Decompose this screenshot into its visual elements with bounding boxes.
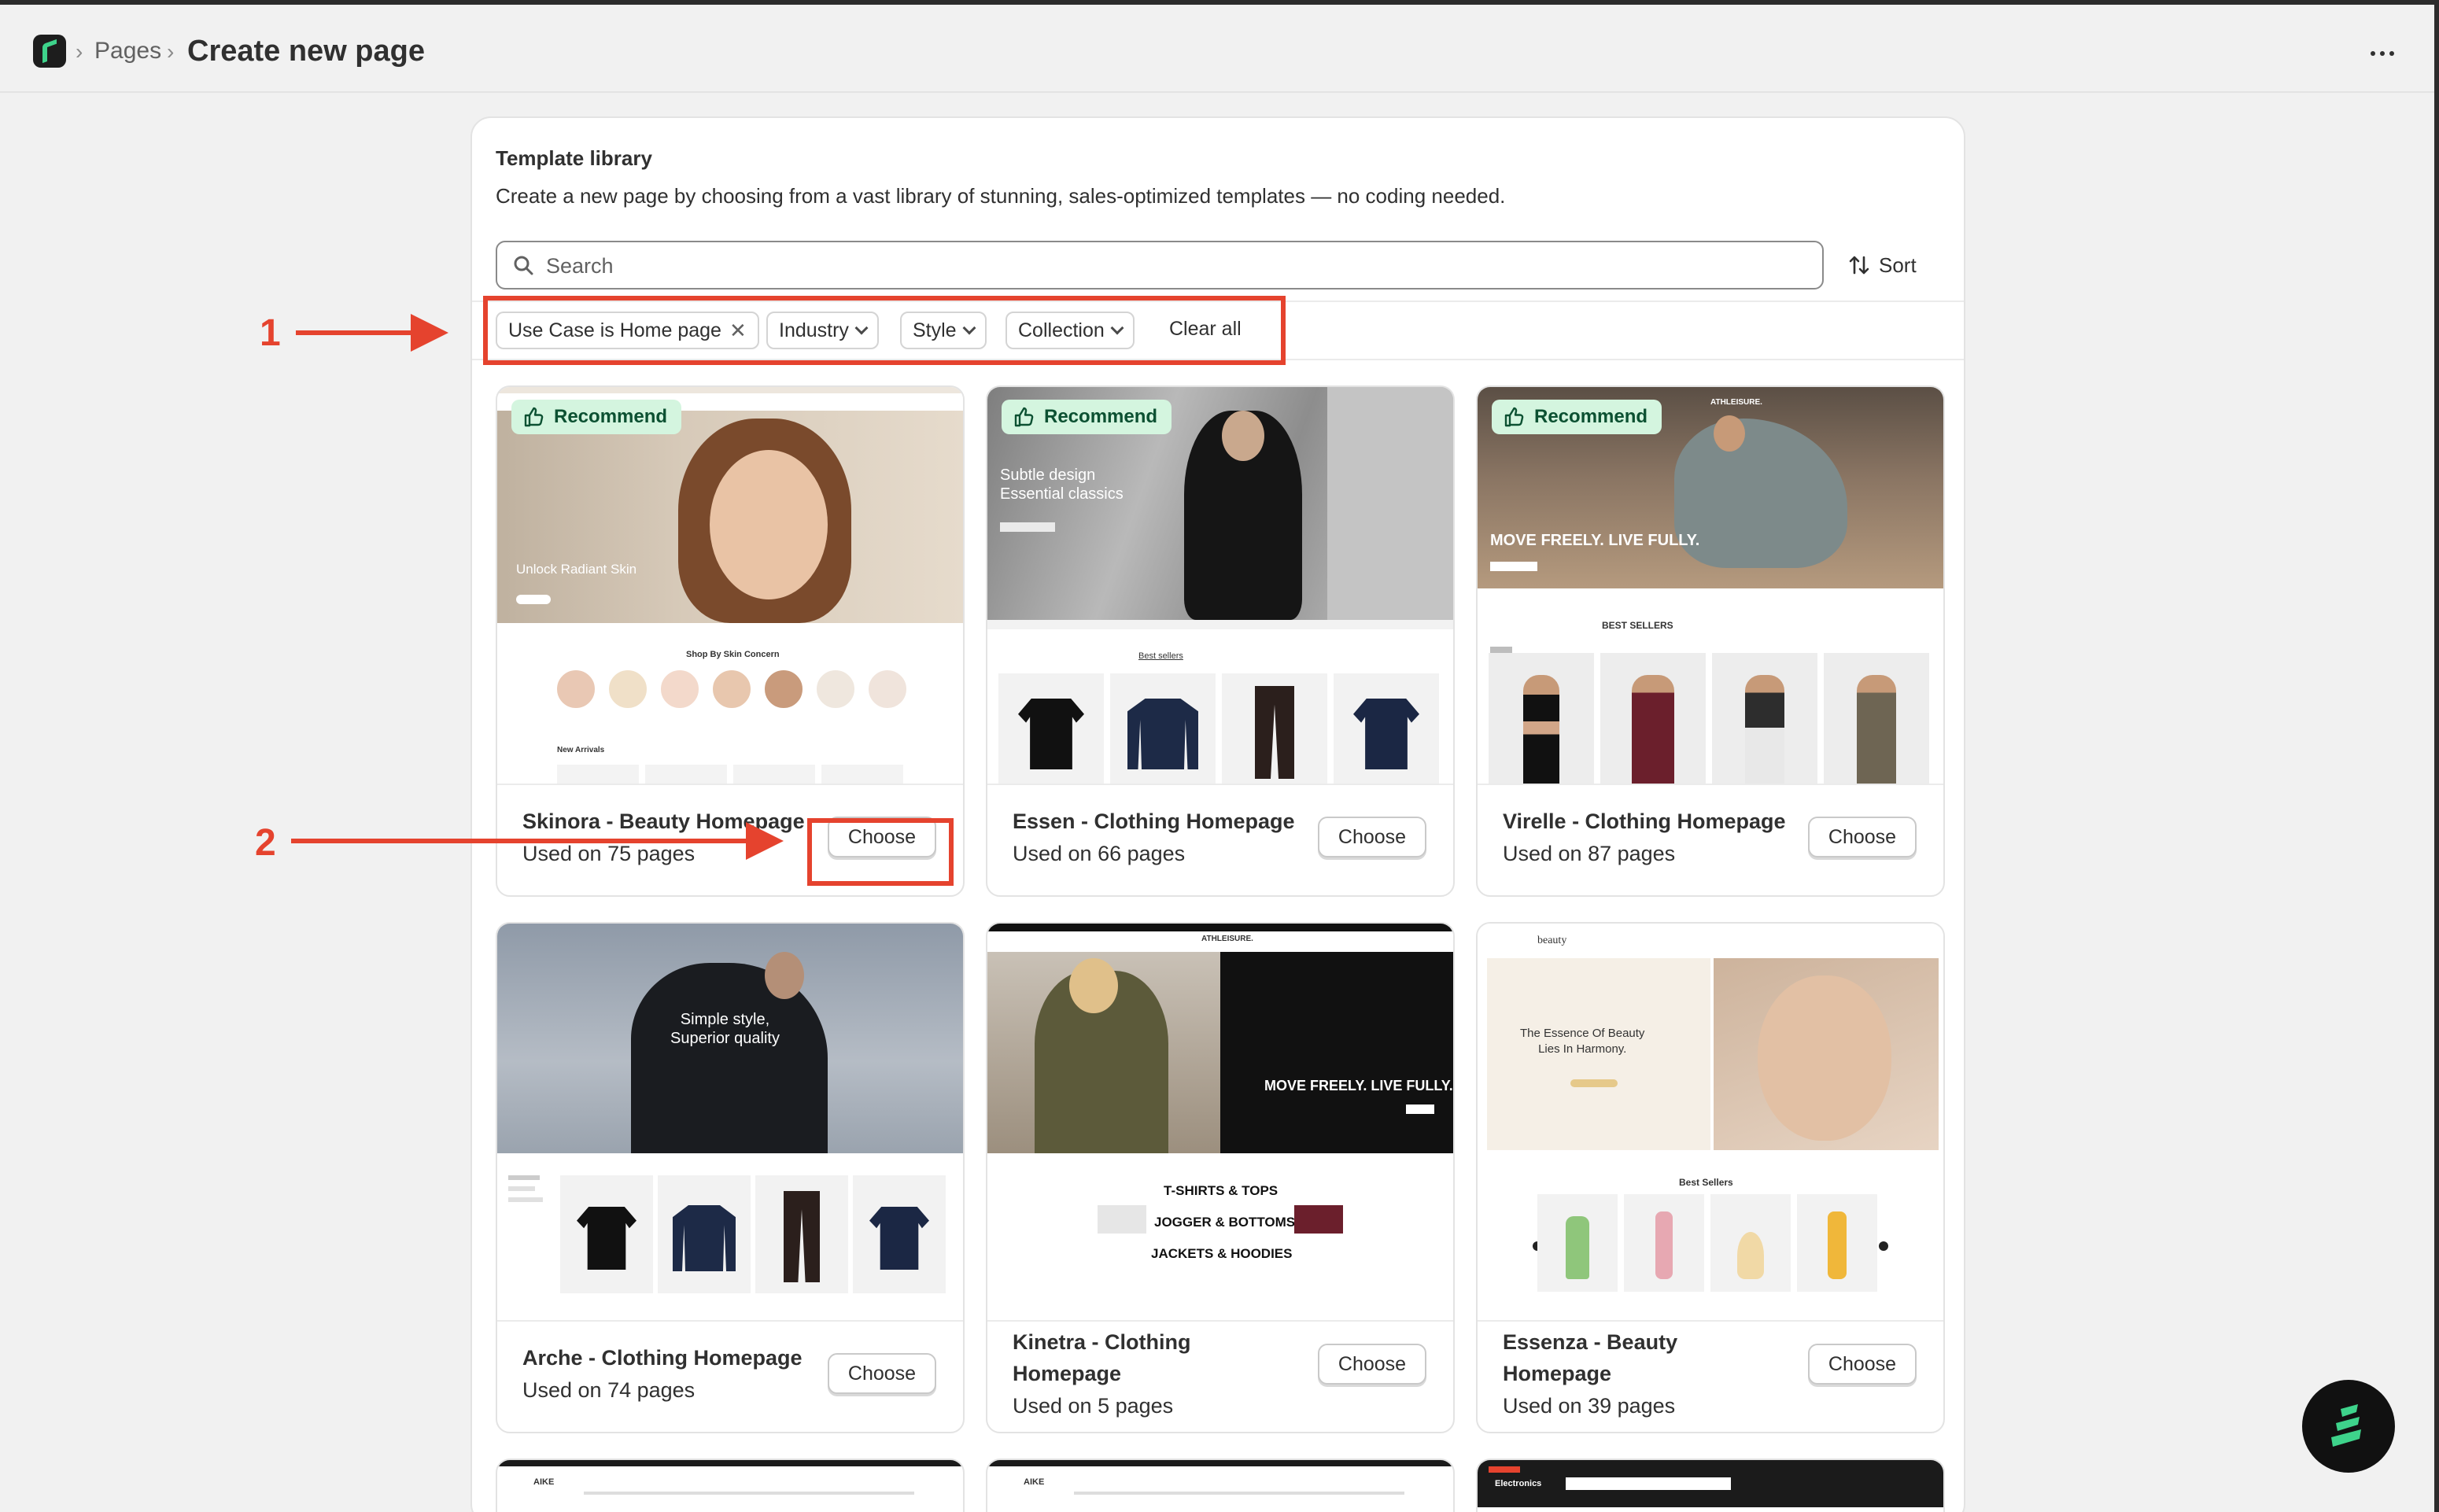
annotation-arrow xyxy=(291,822,784,860)
template-usage: Used on 74 pages xyxy=(522,1378,696,1402)
library-description: Create a new page by choosing from a vas… xyxy=(496,184,1506,208)
sort-icon xyxy=(1849,256,1869,275)
breadcrumb-chevron-icon: › xyxy=(76,39,83,64)
thumb-hero-text: MOVE FREELY. LIVE FULLY. xyxy=(1264,1078,1453,1093)
search-input[interactable] xyxy=(546,250,1805,282)
template-card[interactable]: ATHLEISURE. MOVE FREELY. LIVE FULLY. T-S… xyxy=(986,922,1455,1433)
thumb-hero-text: MOVE FREELY. LIVE FULLY. xyxy=(1490,532,1700,549)
annotation-highlight-box xyxy=(483,296,1286,365)
template-card[interactable]: AIKE xyxy=(986,1459,1455,1512)
template-thumbnail[interactable]: ATHLEISURE. MOVE FREELY. LIVE FULLY. BES… xyxy=(1478,387,1943,785)
thumb-hero-text: Subtle design Essential classics xyxy=(1000,467,1124,503)
thumb-section-title: Best sellers xyxy=(1138,651,1183,661)
recommend-badge: Recommend xyxy=(1492,400,1662,434)
template-name: Essenza - Beauty Homepage xyxy=(1503,1330,1678,1385)
library-title: Template library xyxy=(496,146,652,170)
thumb-brand: AIKE xyxy=(533,1477,555,1487)
thumb-brand: AIKE xyxy=(1024,1477,1045,1487)
thumb-section-title: Shop By Skin Concern xyxy=(686,650,780,659)
template-card[interactable]: Electronics xyxy=(1476,1459,1945,1512)
brand-logo-icon xyxy=(2331,1404,2361,1447)
window-frame-right xyxy=(2434,0,2439,1512)
choose-button[interactable]: Choose xyxy=(1318,817,1426,857)
annotation-highlight-box xyxy=(807,818,954,886)
sort-label: Sort xyxy=(1879,253,1917,277)
thumb-section-title: Best Sellers xyxy=(1679,1177,1733,1188)
choose-button[interactable]: Choose xyxy=(1808,817,1917,857)
template-card[interactable]: beauty The Essence Of Beauty Lies In Har… xyxy=(1476,922,1945,1433)
thumb-section-title: New Arrivals xyxy=(557,746,605,754)
template-usage: Used on 5 pages xyxy=(1013,1394,1174,1418)
template-card[interactable]: Simple style, Superior quality Arche - C… xyxy=(496,922,965,1433)
thumb-brand: beauty xyxy=(1537,935,1567,946)
template-usage: Used on 75 pages xyxy=(522,842,696,865)
thumb-section-title: BEST SELLERS xyxy=(1602,620,1673,631)
template-name: Essen - Clothing Homepage xyxy=(1013,809,1295,833)
template-card[interactable]: Subtle design Essential classics Best se… xyxy=(986,385,1455,897)
recommend-badge-label: Recommend xyxy=(1044,406,1158,427)
thumb-category-line: JACKETS & HOODIES xyxy=(1151,1246,1293,1261)
template-usage: Used on 39 pages xyxy=(1503,1394,1676,1418)
page-title: Create new page xyxy=(187,35,425,68)
breadcrumb-chevron-icon: › xyxy=(167,39,175,64)
thumb-hero-text: Simple style, Superior quality xyxy=(670,1011,780,1047)
thumb-brand: Electronics xyxy=(1495,1479,1542,1488)
template-thumbnail[interactable]: Subtle design Essential classics Best se… xyxy=(987,387,1453,785)
template-name: Arche - Clothing Homepage xyxy=(522,1346,803,1370)
sort-button[interactable]: Sort xyxy=(1847,245,1917,285)
annotation-number: 1 xyxy=(260,312,281,354)
template-thumbnail[interactable]: beauty The Essence Of Beauty Lies In Har… xyxy=(1478,924,1943,1322)
annotation-arrow xyxy=(296,314,448,352)
thumb-category-line: JOGGER & BOTTOMS xyxy=(1154,1215,1296,1230)
template-card[interactable]: ATHLEISURE. MOVE FREELY. LIVE FULLY. BES… xyxy=(1476,385,1945,897)
recommend-badge: Recommend xyxy=(1002,400,1172,434)
template-thumbnail[interactable]: Simple style, Superior quality xyxy=(497,924,963,1322)
template-usage: Used on 66 pages xyxy=(1013,842,1186,865)
recommend-badge: Recommend xyxy=(511,400,682,434)
thumb-hero-text: Unlock Radiant Skin xyxy=(516,562,637,577)
thumbs-up-icon xyxy=(1504,407,1524,427)
recommend-badge-label: Recommend xyxy=(554,406,668,427)
search-icon xyxy=(514,256,533,275)
template-name: Virelle - Clothing Homepage xyxy=(1503,809,1786,833)
more-actions-icon[interactable] xyxy=(2357,39,2408,68)
template-thumbnail[interactable]: Unlock Radiant Skin Shop By Skin Concern… xyxy=(497,387,963,785)
thumb-brand: ATHLEISURE. xyxy=(1201,935,1253,943)
template-usage: Used on 87 pages xyxy=(1503,842,1676,865)
app-logo-icon[interactable] xyxy=(33,35,66,68)
template-thumbnail[interactable]: ATHLEISURE. MOVE FREELY. LIVE FULLY. T-S… xyxy=(987,924,1453,1322)
app-launcher-icon[interactable] xyxy=(2302,1380,2395,1473)
thumb-brand: ATHLEISURE. xyxy=(1710,398,1762,407)
search-field[interactable] xyxy=(496,241,1824,289)
thumbs-up-icon xyxy=(524,407,544,427)
breadcrumb-pages-link[interactable]: Pages xyxy=(94,38,161,65)
annotation-number: 2 xyxy=(255,822,276,864)
template-card[interactable]: AIKE xyxy=(496,1459,965,1512)
choose-button[interactable]: Choose xyxy=(1318,1344,1426,1385)
recommend-badge-label: Recommend xyxy=(1534,406,1648,427)
choose-button[interactable]: Choose xyxy=(1808,1344,1917,1385)
thumb-hero-text: The Essence Of Beauty Lies In Harmony. xyxy=(1520,1027,1645,1056)
choose-button[interactable]: Choose xyxy=(828,1353,936,1394)
template-name: Kinetra - Clothing Homepage xyxy=(1013,1330,1191,1385)
thumbs-up-icon xyxy=(1014,407,1034,427)
top-bar: › Pages › Create new page xyxy=(0,5,2434,93)
thumb-category-line: T-SHIRTS & TOPS xyxy=(1164,1183,1279,1198)
